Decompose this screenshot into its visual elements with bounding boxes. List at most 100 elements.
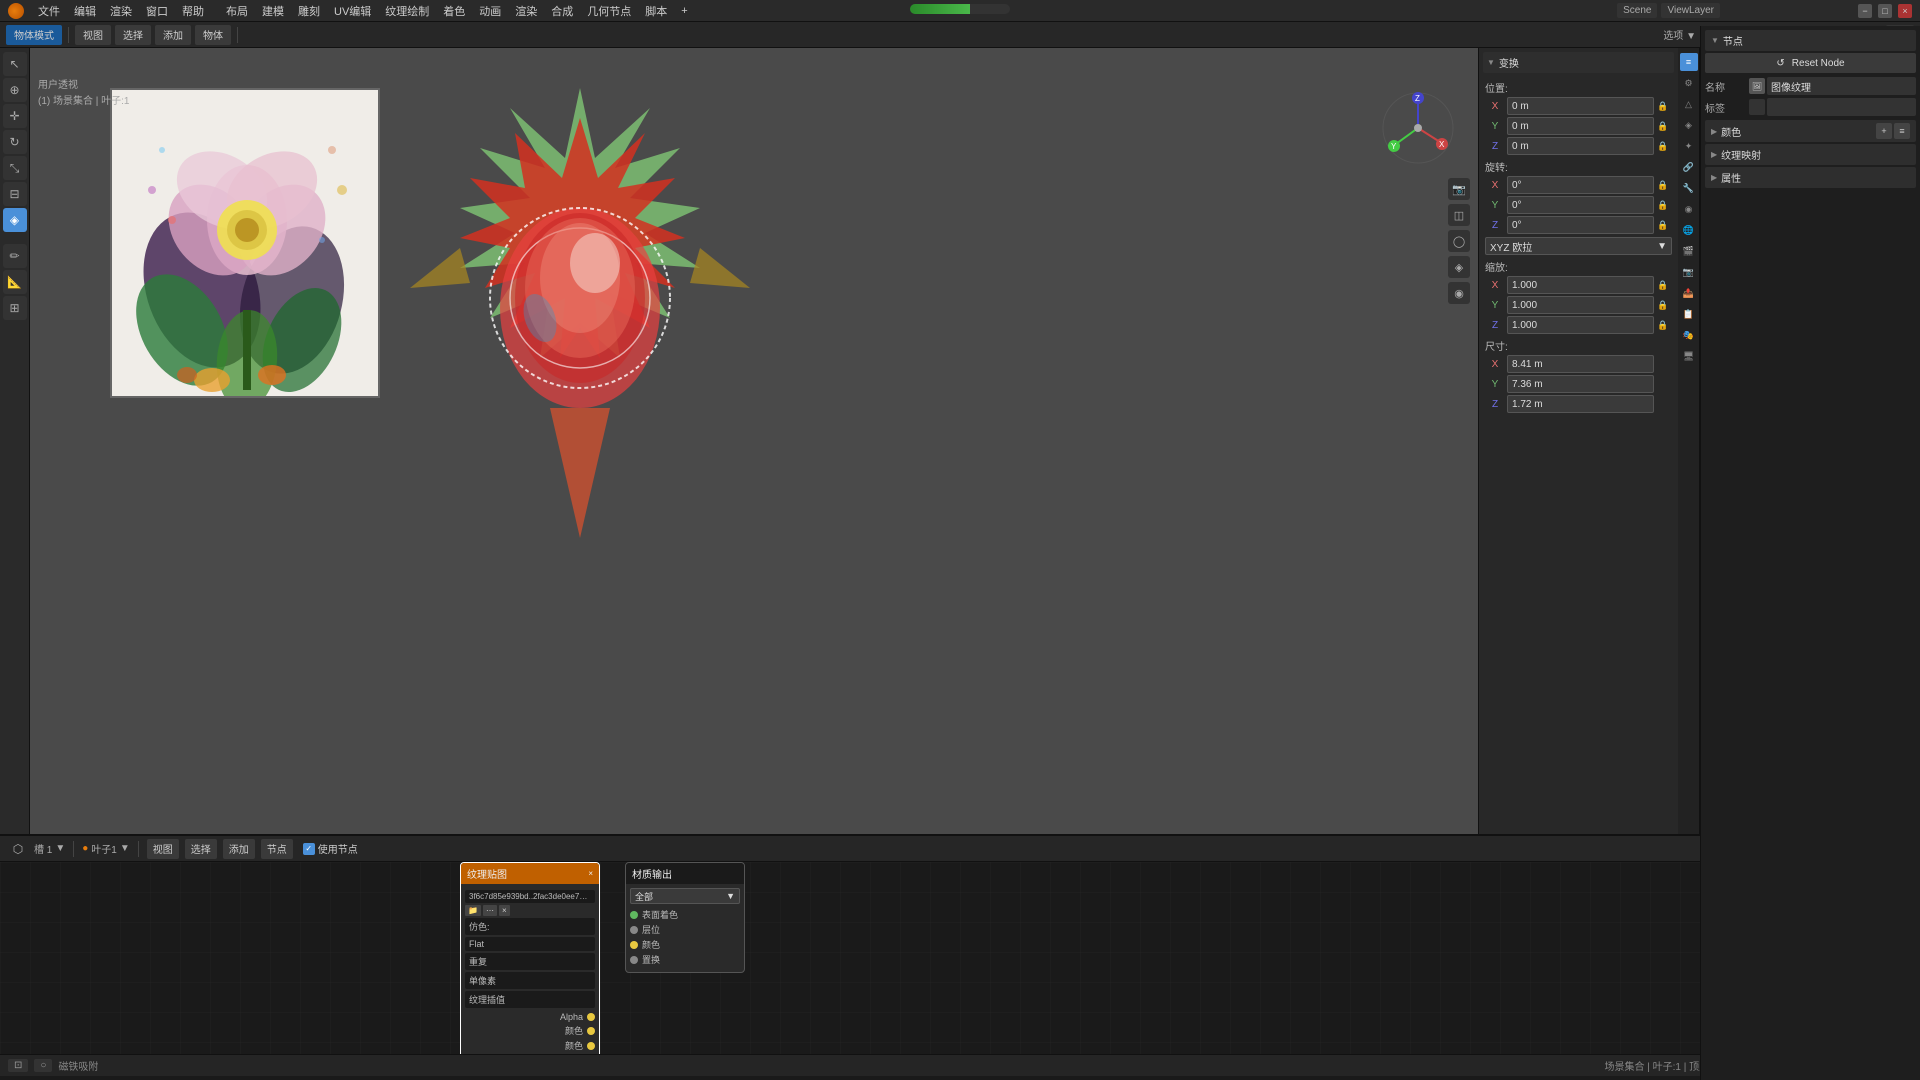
rptab-properties[interactable]: ⚙: [1680, 74, 1698, 92]
tool-solid[interactable]: ◯: [1448, 230, 1470, 252]
bottom-object-selector[interactable]: ● 叶子1 ▼: [82, 841, 130, 856]
menu-file[interactable]: 文件: [32, 1, 66, 21]
rptab-render[interactable]: 📷: [1680, 263, 1698, 281]
material-output-node[interactable]: 材质输出 全部 ▼ 表面着色 层位: [625, 862, 745, 973]
snap-toggle[interactable]: ⊡: [8, 1059, 28, 1072]
rptab-scene[interactable]: 🎬: [1680, 242, 1698, 260]
pos-x-lock[interactable]: 🔒: [1656, 99, 1670, 113]
pos-x-input[interactable]: 0 m: [1507, 97, 1654, 115]
workspace-texture-paint[interactable]: 纹理绘制: [379, 1, 435, 21]
tool-measure[interactable]: 📐: [3, 270, 27, 294]
scale-y-input[interactable]: 1.000: [1507, 296, 1654, 314]
tool-add[interactable]: ⊞: [3, 296, 27, 320]
tool-material-preview[interactable]: ◈: [1448, 256, 1470, 278]
workspace-render-tab[interactable]: 渲染: [509, 1, 543, 21]
workspace-add[interactable]: +: [675, 3, 693, 19]
color-add-icon[interactable]: +: [1876, 123, 1892, 139]
rptab-shader[interactable]: ◉: [1680, 200, 1698, 218]
rot-x-input[interactable]: 0°: [1507, 176, 1654, 194]
rptab-data[interactable]: △: [1680, 95, 1698, 113]
tool-active[interactable]: ◈: [3, 208, 27, 232]
bottom-select-btn[interactable]: 选择: [185, 839, 217, 859]
rptab-outliner[interactable]: ≡: [1680, 53, 1698, 71]
scale-y-lock[interactable]: 🔒: [1656, 298, 1670, 312]
rptab-output[interactable]: 📤: [1680, 284, 1698, 302]
color-section-toggle[interactable]: ▶ 颜色 + ≡: [1705, 120, 1916, 142]
bottom-nodes-btn[interactable]: 节点: [261, 839, 293, 859]
node-attrs-toggle[interactable]: ▶ 属性: [1705, 167, 1916, 188]
color-list-icon[interactable]: ≡: [1894, 123, 1910, 139]
rot-x-lock[interactable]: 🔒: [1656, 178, 1670, 192]
workspace-compositing[interactable]: 合成: [545, 1, 579, 21]
workspace-animation[interactable]: 动画: [473, 1, 507, 21]
viewport[interactable]: 用户透视 (1) 场景集合 | 叶子:1: [30, 48, 1478, 834]
object-menu-btn[interactable]: 物体: [195, 25, 231, 45]
node-editor-canvas[interactable]: 纹理贴图 × 3f6c7d85e939bd..2fac3de0ee7a6b4 📁…: [0, 862, 1920, 1054]
reset-node-btn[interactable]: ↺ Reset Node: [1705, 53, 1916, 73]
tool-transform[interactable]: ⊟: [3, 182, 27, 206]
texture-map-toggle[interactable]: ▶ 纹理映射: [1705, 144, 1916, 165]
rot-z-input[interactable]: 0°: [1507, 216, 1654, 234]
workspace-scripting[interactable]: 脚本: [639, 1, 673, 21]
rptab-screen[interactable]: 🖥: [1680, 347, 1698, 365]
image-texture-node[interactable]: 纹理贴图 × 3f6c7d85e939bd..2fac3de0ee7a6b4 📁…: [460, 862, 600, 1054]
transform-toggle[interactable]: ▼ 变换: [1483, 52, 1674, 73]
tool-camera-view[interactable]: 📷: [1448, 178, 1470, 200]
view-menu-btn[interactable]: 视图: [75, 25, 111, 45]
scene-selector[interactable]: Scene: [1617, 3, 1657, 18]
workspace-shading[interactable]: 着色: [437, 1, 471, 21]
rot-y-input[interactable]: 0°: [1507, 196, 1654, 214]
workspace-sculpt[interactable]: 雕刻: [292, 1, 326, 21]
workspace-modeling[interactable]: 建模: [256, 1, 290, 21]
menu-help[interactable]: 帮助: [176, 1, 210, 21]
node-name-value[interactable]: 图像纹理: [1767, 77, 1916, 95]
rot-z-lock[interactable]: 🔒: [1656, 218, 1670, 232]
scale-z-lock[interactable]: 🔒: [1656, 318, 1670, 332]
tool-wireframe[interactable]: ◫: [1448, 204, 1470, 226]
output-type-dropdown[interactable]: 全部 ▼: [630, 888, 740, 904]
menu-window[interactable]: 窗口: [140, 1, 174, 21]
dim-z-input[interactable]: 1.72 m: [1507, 395, 1654, 413]
rptab-view-layer[interactable]: 📋: [1680, 305, 1698, 323]
scale-x-input[interactable]: 1.000: [1507, 276, 1654, 294]
bottom-tree-selector[interactable]: 槽 1 ▼: [34, 841, 65, 856]
scale-z-input[interactable]: 1.000: [1507, 316, 1654, 334]
rptab-world[interactable]: 🌐: [1680, 221, 1698, 239]
pos-z-lock[interactable]: 🔒: [1656, 139, 1670, 153]
tool-cursor[interactable]: ⊕: [3, 78, 27, 102]
rot-y-lock[interactable]: 🔒: [1656, 198, 1670, 212]
rptab-particle[interactable]: ✦: [1680, 137, 1698, 155]
node-tag-value[interactable]: [1767, 98, 1916, 116]
bottom-editor-icon[interactable]: ⬡: [8, 839, 28, 859]
pos-y-input[interactable]: 0 m: [1507, 117, 1654, 135]
minimize-button[interactable]: −: [1858, 4, 1872, 18]
use-nodes-check[interactable]: ✓: [303, 843, 315, 855]
tool-select[interactable]: ↖: [3, 52, 27, 76]
workspace-uv[interactable]: UV编辑: [328, 1, 377, 21]
object-mode-btn[interactable]: 物体模式: [6, 25, 62, 45]
rptab-constraint[interactable]: 🔗: [1680, 158, 1698, 176]
rptab-vl[interactable]: 🎭: [1680, 326, 1698, 344]
scale-x-lock[interactable]: 🔒: [1656, 278, 1670, 292]
dim-x-input[interactable]: 8.41 m: [1507, 355, 1654, 373]
img-icon-dots[interactable]: ⋯: [483, 905, 497, 916]
close-button[interactable]: ×: [1898, 4, 1912, 18]
node-props-title[interactable]: ▼ 节点: [1705, 30, 1916, 51]
menu-edit[interactable]: 编辑: [68, 1, 102, 21]
pos-y-lock[interactable]: 🔒: [1656, 119, 1670, 133]
select-menu-btn[interactable]: 选择: [115, 25, 151, 45]
view-layer-selector[interactable]: ViewLayer: [1661, 3, 1720, 18]
node-close-btn[interactable]: ×: [588, 869, 593, 878]
add-menu-btn[interactable]: 添加: [155, 25, 191, 45]
img-icon-folder[interactable]: 📁: [465, 905, 481, 916]
pos-z-input[interactable]: 0 m: [1507, 137, 1654, 155]
workspace-layout[interactable]: 布局: [220, 1, 254, 21]
menu-render[interactable]: 渲染: [104, 1, 138, 21]
tool-move[interactable]: ✛: [3, 104, 27, 128]
proportional-toggle[interactable]: ○: [34, 1059, 52, 1072]
tool-rotate[interactable]: ↻: [3, 130, 27, 154]
tool-rendered[interactable]: ◉: [1448, 282, 1470, 304]
tool-scale[interactable]: ⤡: [3, 156, 27, 180]
rotation-mode-dropdown[interactable]: XYZ 欧拉 ▼: [1485, 237, 1672, 255]
workspace-geometry[interactable]: 几何节点: [581, 1, 637, 21]
